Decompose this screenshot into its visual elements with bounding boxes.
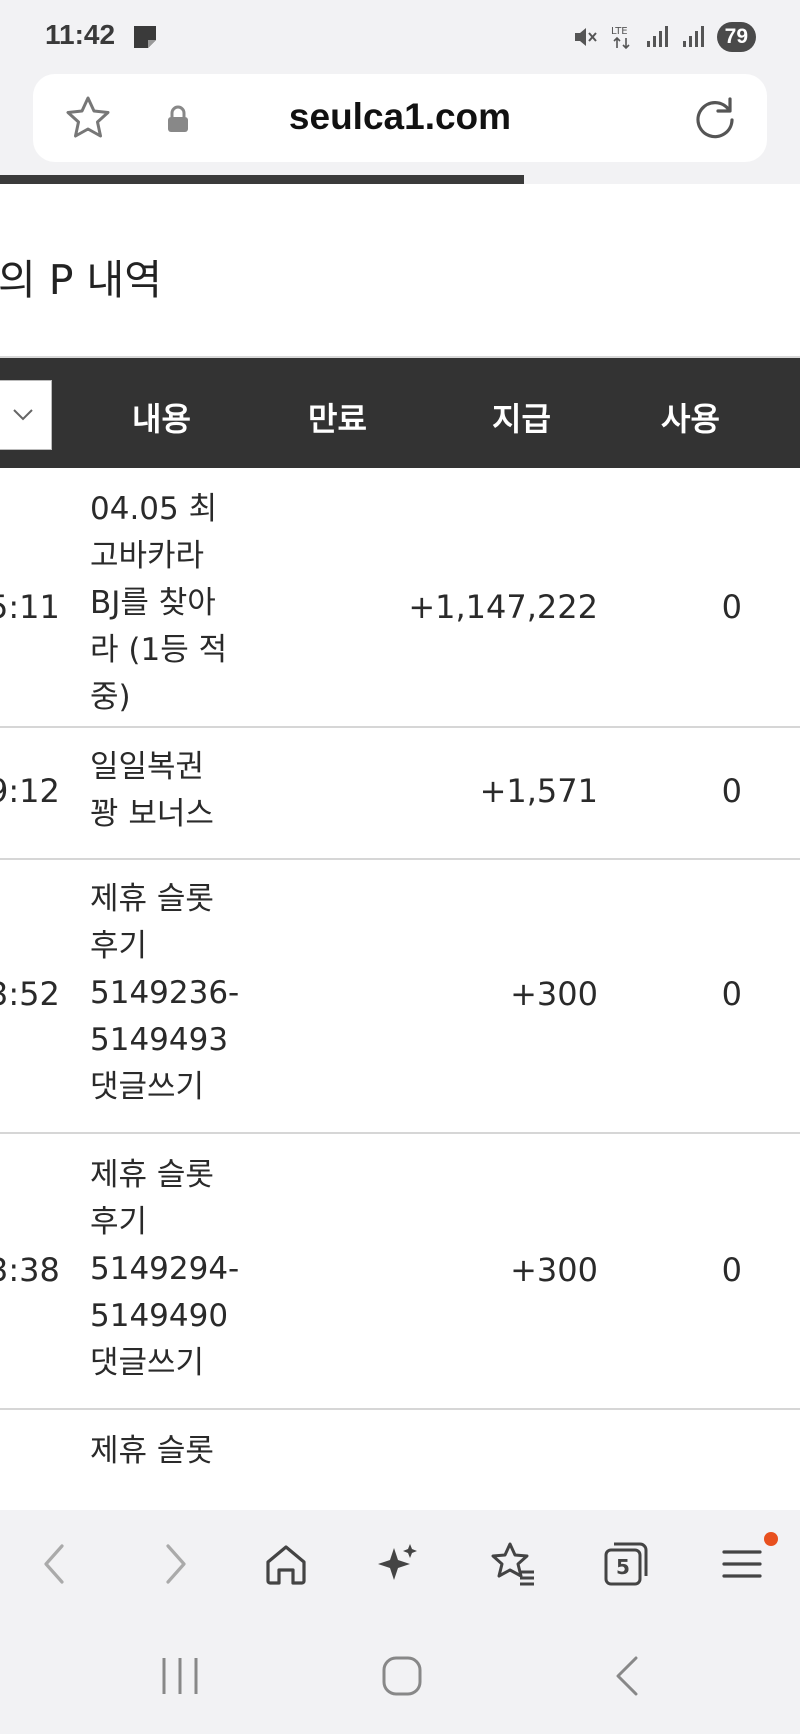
row-pay: +300 (510, 975, 598, 1013)
column-header-expire: 만료 (308, 400, 367, 438)
battery-indicator: 79 (716, 22, 756, 52)
table-header: 내용 만료 지급 사용 (0, 356, 800, 468)
row-content: 제휴 슬롯 후기 5149236-5149493 댓글쓰기 (90, 881, 240, 1105)
table-row: 3:52 제휴 슬롯 후기 5149236-5149493 댓글쓰기 +300 … (0, 858, 800, 1134)
status-bar: 11:42 LTE 79 (0, 0, 800, 72)
column-header-pay: 지급 (492, 400, 551, 438)
signal-icon (646, 26, 668, 47)
table-row: 제휴 슬롯 (0, 1410, 800, 1510)
bookmarks-icon[interactable] (486, 1538, 538, 1590)
chevron-down-icon (13, 409, 33, 421)
lte-icon: LTE (611, 26, 630, 50)
row-time: 3:52 (0, 975, 60, 1013)
row-content: 제휴 슬롯 후기 5149294-5149490 댓글쓰기 (90, 1157, 240, 1381)
tabs-button[interactable]: 5 (600, 1538, 652, 1590)
page-title: 의 P 내역 (0, 256, 162, 304)
row-use: 0 (721, 1251, 742, 1289)
row-pay: +1,571 (479, 772, 598, 810)
home-icon[interactable] (260, 1538, 312, 1590)
ai-sparkle-icon[interactable] (372, 1538, 424, 1590)
page-load-progress (0, 175, 524, 184)
period-select[interactable] (0, 380, 52, 450)
row-use: 0 (721, 975, 742, 1013)
forward-arrow-icon[interactable] (148, 1538, 200, 1590)
row-use: 0 (721, 772, 742, 810)
row-pay: +1,147,222 (408, 588, 598, 626)
notification-icon (134, 26, 156, 48)
url-text[interactable]: seulca1.com (33, 96, 767, 138)
browser-toolbar: 5 (0, 1510, 800, 1620)
signal-icon-2 (682, 26, 704, 47)
row-use: 0 (721, 588, 742, 626)
tab-count: 5 (616, 1555, 630, 1579)
back-arrow-icon[interactable] (30, 1538, 82, 1590)
system-nav-bar (0, 1620, 800, 1734)
column-header-use: 사용 (661, 400, 720, 438)
status-icons: LTE 79 (571, 20, 756, 54)
row-time: 5:11 (0, 588, 60, 626)
home-button-icon[interactable] (380, 1654, 424, 1698)
page-content[interactable]: 의 P 내역 내용 만료 지급 사용 5:11 04.05 최고바카라 BJ를 … (0, 184, 800, 1510)
row-time: 3:38 (0, 1251, 60, 1289)
recent-apps-icon[interactable] (158, 1654, 202, 1698)
svg-text:LTE: LTE (611, 26, 628, 37)
notification-dot (764, 1532, 778, 1546)
reload-icon[interactable] (691, 94, 739, 142)
status-time: 11:42 (45, 19, 116, 50)
system-back-icon[interactable] (606, 1654, 650, 1698)
table-row: 5:11 04.05 최고바카라 BJ를 찾아라 (1등 적중) +1,147,… (0, 466, 800, 728)
mute-icon (574, 28, 597, 46)
table-row: 9:12 일일복권 꽝 보너스 +1,571 0 (0, 726, 800, 860)
row-content: 04.05 최고바카라 BJ를 찾아라 (1등 적중) (90, 491, 228, 715)
table-row: 3:38 제휴 슬롯 후기 5149294-5149490 댓글쓰기 +300 … (0, 1134, 800, 1410)
column-header-content: 내용 (132, 400, 191, 438)
hamburger-menu-icon (722, 1550, 762, 1578)
row-content: 제휴 슬롯 (90, 1433, 214, 1469)
row-pay: +300 (510, 1251, 598, 1289)
row-content: 일일복권 꽝 보너스 (90, 749, 214, 832)
menu-button[interactable] (716, 1532, 778, 1590)
row-time: 9:12 (0, 772, 60, 810)
address-bar[interactable]: seulca1.com (33, 74, 767, 162)
